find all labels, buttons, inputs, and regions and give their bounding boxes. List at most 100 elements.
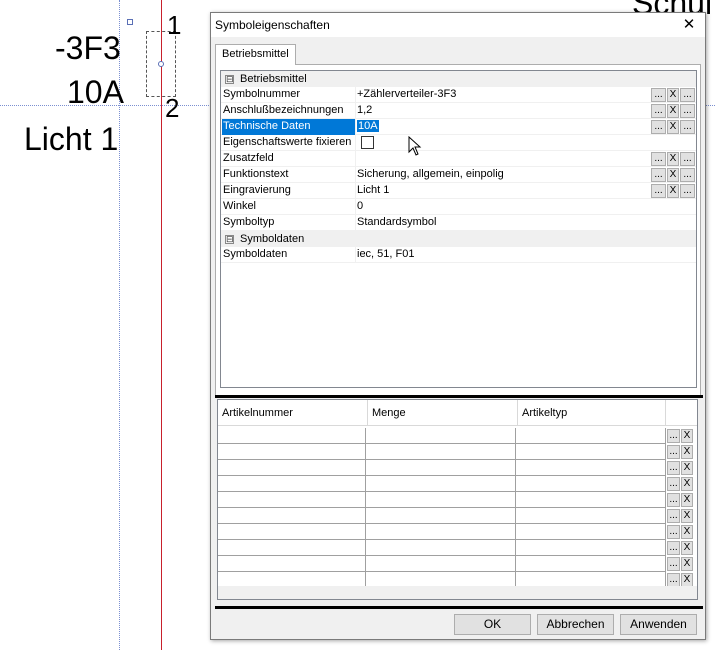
article-type-cell[interactable]: [516, 524, 666, 540]
options-button[interactable]: ...: [680, 184, 695, 198]
property-row[interactable]: Eigenschaftswerte fixieren: [221, 135, 696, 151]
row-browse-button[interactable]: ...: [667, 445, 680, 459]
article-number-cell[interactable]: [218, 492, 366, 508]
quantity-cell[interactable]: [366, 460, 516, 476]
browse-button[interactable]: ...: [651, 104, 666, 118]
quantity-cell[interactable]: [366, 428, 516, 444]
clear-button[interactable]: X: [667, 104, 679, 118]
table-row[interactable]: ... X: [218, 524, 697, 540]
close-button[interactable]: ✕: [679, 15, 699, 35]
row-browse-button[interactable]: ...: [667, 461, 680, 475]
quantity-cell[interactable]: [366, 444, 516, 460]
tab-betriebsmittel[interactable]: Betriebsmittel: [215, 44, 296, 65]
row-delete-button[interactable]: X: [681, 509, 693, 523]
table-row[interactable]: ... X: [218, 444, 697, 460]
property-value[interactable]: 10A: [356, 119, 646, 135]
options-button[interactable]: ...: [680, 120, 695, 134]
clear-button[interactable]: X: [667, 152, 679, 166]
property-row[interactable]: Winkel 0: [221, 199, 696, 215]
row-browse-button[interactable]: ...: [667, 509, 680, 523]
article-number-cell[interactable]: [218, 540, 366, 556]
row-delete-button[interactable]: X: [681, 493, 693, 507]
row-browse-button[interactable]: ...: [667, 573, 680, 587]
property-row[interactable]: Zusatzfeld... X...: [221, 151, 696, 167]
property-value[interactable]: +Zählerverteiler-3F3: [356, 87, 646, 103]
property-value[interactable]: Sicherung, allgemein, einpolig: [356, 167, 646, 183]
article-type-cell[interactable]: [516, 492, 666, 508]
dialog-titlebar[interactable]: Symboleigenschaften ✕: [211, 13, 705, 37]
table-row[interactable]: ... X: [218, 492, 697, 508]
property-value[interactable]: Standardsymbol: [356, 215, 646, 231]
property-row[interactable]: Eingravierung Licht 1... X...: [221, 183, 696, 199]
article-type-cell[interactable]: [516, 428, 666, 444]
article-number-cell[interactable]: [218, 508, 366, 524]
article-number-cell[interactable]: [218, 524, 366, 540]
splitter-top[interactable]: [215, 395, 703, 398]
row-delete-button[interactable]: X: [681, 541, 693, 555]
collapse-icon[interactable]: ⊟: [225, 75, 234, 84]
clear-button[interactable]: X: [667, 168, 679, 182]
table-row[interactable]: ... X: [218, 460, 697, 476]
browse-button[interactable]: ...: [651, 152, 666, 166]
article-number-cell[interactable]: [218, 556, 366, 572]
article-type-cell[interactable]: [516, 556, 666, 572]
row-delete-button[interactable]: X: [681, 573, 693, 587]
article-number-cell[interactable]: [218, 428, 366, 444]
column-header-artikeltyp[interactable]: Artikeltyp: [518, 400, 666, 426]
table-row[interactable]: ... X: [218, 556, 697, 572]
browse-button[interactable]: ...: [651, 168, 666, 182]
property-row[interactable]: Technische Daten 10A... X...: [221, 119, 696, 135]
property-value[interactable]: iec, 51, F01: [356, 247, 646, 263]
ok-button[interactable]: OK: [454, 614, 531, 635]
quantity-cell[interactable]: [366, 556, 516, 572]
article-number-cell[interactable]: [218, 444, 366, 460]
article-type-cell[interactable]: [516, 540, 666, 556]
center-handle[interactable]: [158, 61, 164, 67]
table-row[interactable]: ... X: [218, 428, 697, 444]
row-browse-button[interactable]: ...: [667, 557, 680, 571]
category-0[interactable]: ⊟ Betriebsmittel: [221, 71, 696, 87]
row-delete-button[interactable]: X: [681, 445, 693, 459]
clear-button[interactable]: X: [667, 120, 679, 134]
property-value[interactable]: [356, 135, 646, 151]
quantity-cell[interactable]: [366, 476, 516, 492]
quantity-cell[interactable]: [366, 524, 516, 540]
browse-button[interactable]: ...: [651, 88, 666, 102]
article-type-cell[interactable]: [516, 460, 666, 476]
anchor-handle[interactable]: [127, 19, 133, 25]
table-row[interactable]: ... X: [218, 508, 697, 524]
browse-button[interactable]: ...: [651, 184, 666, 198]
apply-button[interactable]: Anwenden: [620, 614, 697, 635]
row-delete-button[interactable]: X: [681, 557, 693, 571]
cancel-button[interactable]: Abbrechen: [537, 614, 614, 635]
property-value[interactable]: Licht 1: [356, 183, 646, 199]
property-value[interactable]: [356, 151, 646, 167]
category-1[interactable]: ⊟ Symboldaten: [221, 231, 696, 247]
row-browse-button[interactable]: ...: [667, 429, 680, 443]
options-button[interactable]: ...: [680, 104, 695, 118]
article-type-cell[interactable]: [516, 444, 666, 460]
column-header-menge[interactable]: Menge: [368, 400, 518, 426]
quantity-cell[interactable]: [366, 492, 516, 508]
column-header-artikelnummer[interactable]: Artikelnummer: [218, 400, 368, 426]
row-browse-button[interactable]: ...: [667, 541, 680, 555]
article-number-cell[interactable]: [218, 476, 366, 492]
browse-button[interactable]: ...: [651, 120, 666, 134]
quantity-cell[interactable]: [366, 508, 516, 524]
property-row[interactable]: Funktionstext Sicherung, allgemein, einpo…: [221, 167, 696, 183]
article-type-cell[interactable]: [516, 508, 666, 524]
options-button[interactable]: ...: [680, 168, 695, 182]
quantity-cell[interactable]: [366, 540, 516, 556]
table-row[interactable]: ... X: [218, 540, 697, 556]
fix-values-checkbox[interactable]: [361, 136, 374, 149]
row-browse-button[interactable]: ...: [667, 493, 680, 507]
property-value[interactable]: 1,2: [356, 103, 646, 119]
options-button[interactable]: ...: [680, 88, 695, 102]
collapse-icon[interactable]: ⊟: [225, 235, 234, 244]
clear-button[interactable]: X: [667, 184, 679, 198]
row-delete-button[interactable]: X: [681, 477, 693, 491]
clear-button[interactable]: X: [667, 88, 679, 102]
article-number-cell[interactable]: [218, 460, 366, 476]
row-browse-button[interactable]: ...: [667, 477, 680, 491]
row-delete-button[interactable]: X: [681, 525, 693, 539]
